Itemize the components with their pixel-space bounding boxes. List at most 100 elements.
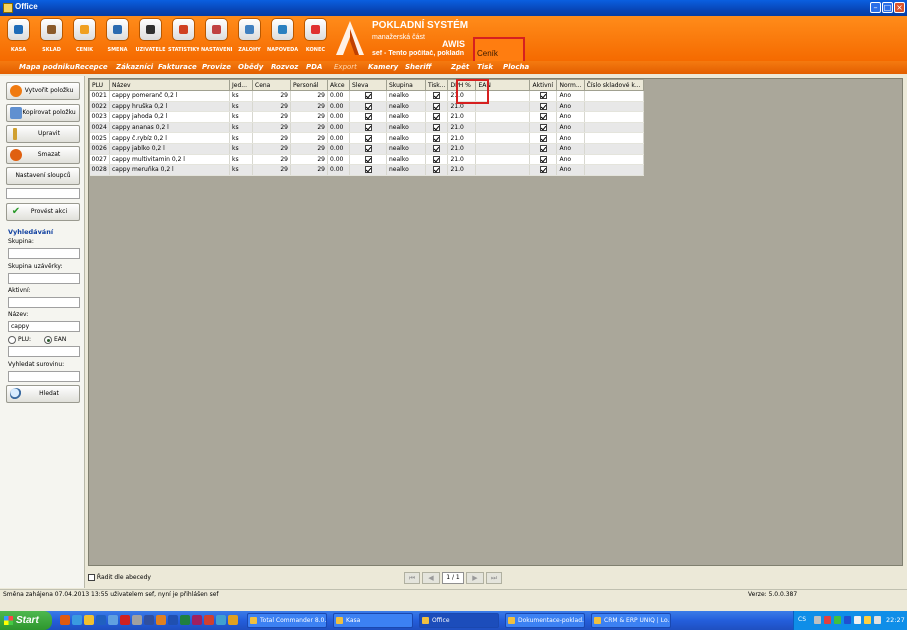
material-search-input[interactable] <box>8 371 80 382</box>
window-title-bar[interactable]: Office – □ × <box>0 0 907 16</box>
column-header-9[interactable]: DPH % <box>447 79 477 91</box>
search-button[interactable]: Hledat <box>6 385 80 403</box>
column-header-5[interactable]: Akce <box>327 79 350 91</box>
cell-checkbox[interactable] <box>364 124 372 132</box>
taskbar-task-0[interactable]: Total Commander 8.0... <box>247 613 327 628</box>
cell-checkbox[interactable] <box>433 134 441 142</box>
quicklaunch-powerpoint-icon[interactable] <box>204 615 214 625</box>
menu-item-4[interactable]: Provize <box>202 63 231 71</box>
quicklaunch-app5-icon[interactable] <box>228 615 238 625</box>
table-row[interactable]: 0025 cappy č.rybíz 0,2 l ks 29 29 0.00 nealko 2… <box>89 132 644 144</box>
cell-checkbox[interactable] <box>364 102 372 110</box>
table-row[interactable]: 0028 cappy meruňka 0,2 l ks 29 29 0.00 nealko 2… <box>89 164 644 176</box>
cell-checkbox[interactable] <box>433 92 441 100</box>
plu-radio[interactable] <box>8 336 16 344</box>
column-header-10[interactable]: EAN <box>475 79 531 91</box>
start-button[interactable]: Start <box>0 611 52 630</box>
menu-item-12[interactable]: Tisk <box>477 63 493 71</box>
menu-item-2[interactable]: Zákazníci <box>116 63 153 71</box>
quicklaunch-app-icon[interactable] <box>132 615 142 625</box>
quicklaunch-firefox-icon[interactable] <box>60 615 70 625</box>
quicklaunch-acrobat-icon[interactable] <box>120 615 130 625</box>
cell-checkbox[interactable] <box>433 113 441 121</box>
cell-checkbox[interactable] <box>433 166 441 174</box>
sort-alphabetically[interactable]: Řadit dle abecedy <box>88 574 151 581</box>
module-button-8[interactable]: NÁPOVĚDA <box>267 18 298 60</box>
bluetooth-icon[interactable] <box>844 616 851 624</box>
module-button-4[interactable]: UŽIVATELÉ <box>135 18 166 60</box>
next-page-icon[interactable]: ▶ <box>466 572 484 584</box>
maximize-button[interactable]: □ <box>882 2 893 13</box>
column-header-7[interactable]: Skupina <box>386 79 426 91</box>
module-button-7[interactable]: ZÁLOHY <box>234 18 265 60</box>
quicklaunch-app2-icon[interactable] <box>144 615 154 625</box>
module-button-9[interactable]: KONEC <box>300 18 331 60</box>
table-row[interactable]: 0021 cappy pomeranč 0,2 l ks 29 29 0.00 nealko… <box>89 90 644 102</box>
column-header-12[interactable]: Norm... <box>556 79 585 91</box>
module-button-5[interactable]: STATISTIKY <box>168 18 199 60</box>
table-row[interactable]: 0023 cappy jahoda 0,2 l ks 29 29 0.00 nealko 21… <box>89 111 644 123</box>
menu-item-1[interactable]: Recepce <box>75 63 108 71</box>
quicklaunch-folder-icon[interactable] <box>84 615 94 625</box>
menu-item-0[interactable]: Mapa podniku <box>19 63 75 71</box>
menu-item-8[interactable]: Export <box>334 63 357 71</box>
column-header-6[interactable]: Sleva <box>349 79 387 91</box>
cell-checkbox[interactable] <box>433 155 441 163</box>
cell-checkbox[interactable] <box>539 92 547 100</box>
table-row[interactable]: 0026 cappy jablko 0,2 l ks 29 29 0.00 nealko 21… <box>89 143 644 155</box>
quicklaunch-ie-icon[interactable] <box>72 615 82 625</box>
taskbar-task-3[interactable]: Dokumentace-poklad... <box>505 613 585 628</box>
language-indicator[interactable]: CS <box>798 616 806 623</box>
column-header-4[interactable]: Personál <box>290 79 328 91</box>
quicklaunch-app3-icon[interactable] <box>156 615 166 625</box>
module-button-3[interactable]: SMĚNA <box>102 18 133 60</box>
ean-radio[interactable] <box>44 336 52 344</box>
tray-icon-5[interactable] <box>854 616 861 624</box>
copy-item-button[interactable]: Kopírovat položku <box>6 104 80 122</box>
cell-checkbox[interactable] <box>539 166 547 174</box>
module-button-6[interactable]: NASTAVENÍ <box>201 18 232 60</box>
menu-item-7[interactable]: PDA <box>306 63 322 71</box>
cell-checkbox[interactable] <box>364 155 372 163</box>
active-select[interactable] <box>8 297 80 308</box>
menu-item-9[interactable]: Kamery <box>368 63 398 71</box>
menu-item-11[interactable]: Zpět <box>451 63 469 71</box>
module-button-0[interactable]: KASA <box>3 18 34 60</box>
cell-checkbox[interactable] <box>539 124 547 132</box>
sort-checkbox[interactable] <box>88 574 95 581</box>
column-header-2[interactable]: Jed... <box>229 79 253 91</box>
tray-icon-1[interactable] <box>814 616 821 624</box>
menu-item-10[interactable]: Sheriff <box>405 63 431 71</box>
table-row[interactable]: 0027 cappy multivitamin 0,2 l ks 29 29 0.00 ne… <box>89 154 644 166</box>
column-settings-button[interactable]: Nastavení sloupců <box>6 167 80 185</box>
action-select[interactable] <box>6 188 80 199</box>
table-row[interactable]: 0024 cappy ananas 0,2 l ks 29 29 0.00 nealko 21… <box>89 122 644 134</box>
cell-checkbox[interactable] <box>539 155 547 163</box>
quicklaunch-app4-icon[interactable] <box>216 615 226 625</box>
cell-checkbox[interactable] <box>539 102 547 110</box>
quicklaunch-explorer-icon[interactable] <box>96 615 106 625</box>
tray-icon-2[interactable] <box>824 616 831 624</box>
column-header-13[interactable]: Číslo skladové k... <box>583 79 644 91</box>
column-header-0[interactable]: PLU <box>89 79 110 91</box>
closure-group-select[interactable] <box>8 273 80 284</box>
group-select[interactable] <box>8 248 80 259</box>
cell-checkbox[interactable] <box>539 145 547 153</box>
table-row[interactable]: 0022 cappy hruška 0,2 l ks 29 29 0.00 nealko 21… <box>89 101 644 113</box>
column-header-1[interactable]: Název <box>109 79 230 91</box>
cell-checkbox[interactable] <box>364 92 372 100</box>
menu-item-13[interactable]: Plocha <box>503 63 529 71</box>
column-header-8[interactable]: Tisk... <box>424 79 449 91</box>
cell-checkbox[interactable] <box>364 145 372 153</box>
cell-checkbox[interactable] <box>364 113 372 121</box>
volume-icon[interactable] <box>874 616 881 624</box>
edit-button[interactable]: Upravit <box>6 125 80 143</box>
quicklaunch-word-icon[interactable] <box>168 615 178 625</box>
tray-icon-3[interactable] <box>834 616 841 624</box>
cell-checkbox[interactable] <box>433 124 441 132</box>
cell-checkbox[interactable] <box>364 166 372 174</box>
column-header-3[interactable]: Cena <box>252 79 291 91</box>
taskbar-task-4[interactable]: CRM & ERP UNIQ | Lo... <box>591 613 671 628</box>
taskbar-task-1[interactable]: Kasa <box>333 613 413 628</box>
taskbar-task-2[interactable]: Office <box>419 613 499 628</box>
